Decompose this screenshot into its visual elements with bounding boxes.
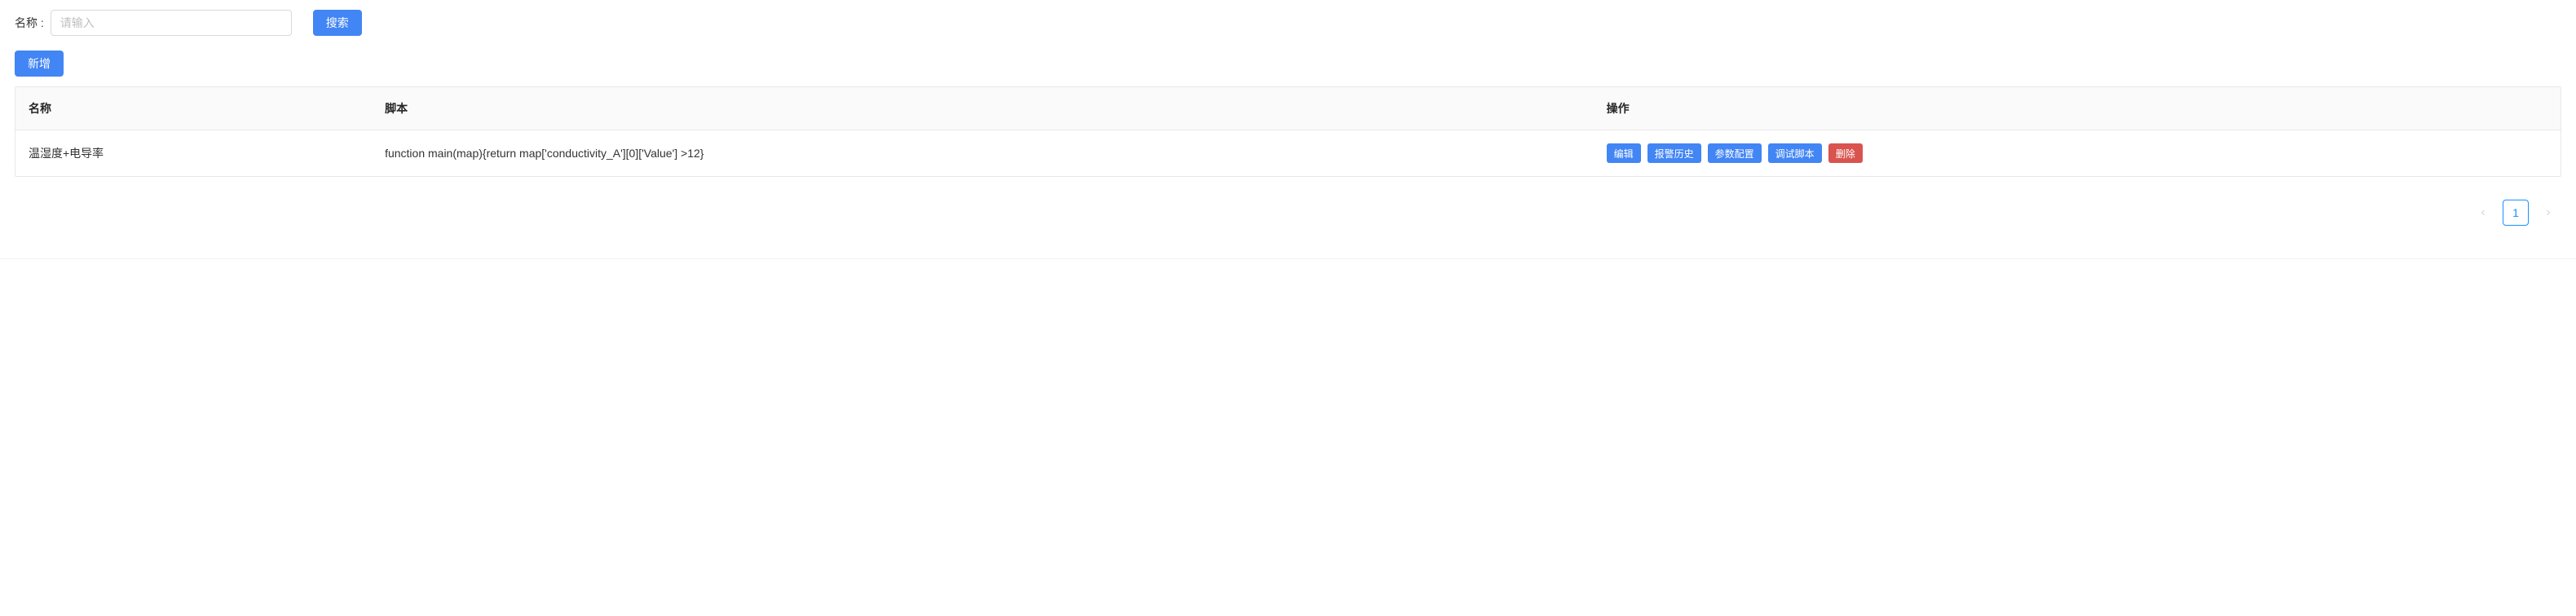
search-bar: 名称 : 搜索	[15, 10, 2561, 36]
header-script: 脚本	[372, 87, 1594, 130]
debug-script-button[interactable]: 调试脚本	[1768, 143, 1822, 163]
table-header-row: 名称 脚本 操作	[15, 87, 2561, 130]
search-button[interactable]: 搜索	[313, 10, 362, 36]
page-number[interactable]: 1	[2503, 200, 2529, 226]
name-label: 名称 :	[15, 15, 44, 31]
cell-name: 温湿度+电导率	[15, 130, 372, 177]
divider	[0, 258, 2576, 259]
header-actions: 操作	[1594, 87, 2561, 130]
header-name: 名称	[15, 87, 372, 130]
table-row: 温湿度+电导率 function main(map){return map['c…	[15, 130, 2561, 177]
next-page-icon[interactable]	[2535, 200, 2561, 226]
delete-button[interactable]: 删除	[1828, 143, 1863, 163]
pagination: 1	[0, 187, 2576, 239]
name-input[interactable]	[51, 10, 292, 36]
cell-actions: 编辑 报警历史 参数配置 调试脚本 删除	[1594, 130, 2561, 177]
prev-page-icon[interactable]	[2470, 200, 2496, 226]
data-table: 名称 脚本 操作 温湿度+电导率 function main(map){retu…	[15, 86, 2561, 177]
alarm-history-button[interactable]: 报警历史	[1647, 143, 1701, 163]
edit-button[interactable]: 编辑	[1607, 143, 1641, 163]
cell-script: function main(map){return map['conductiv…	[372, 130, 1594, 177]
add-button[interactable]: 新增	[15, 51, 64, 77]
param-config-button[interactable]: 参数配置	[1708, 143, 1762, 163]
